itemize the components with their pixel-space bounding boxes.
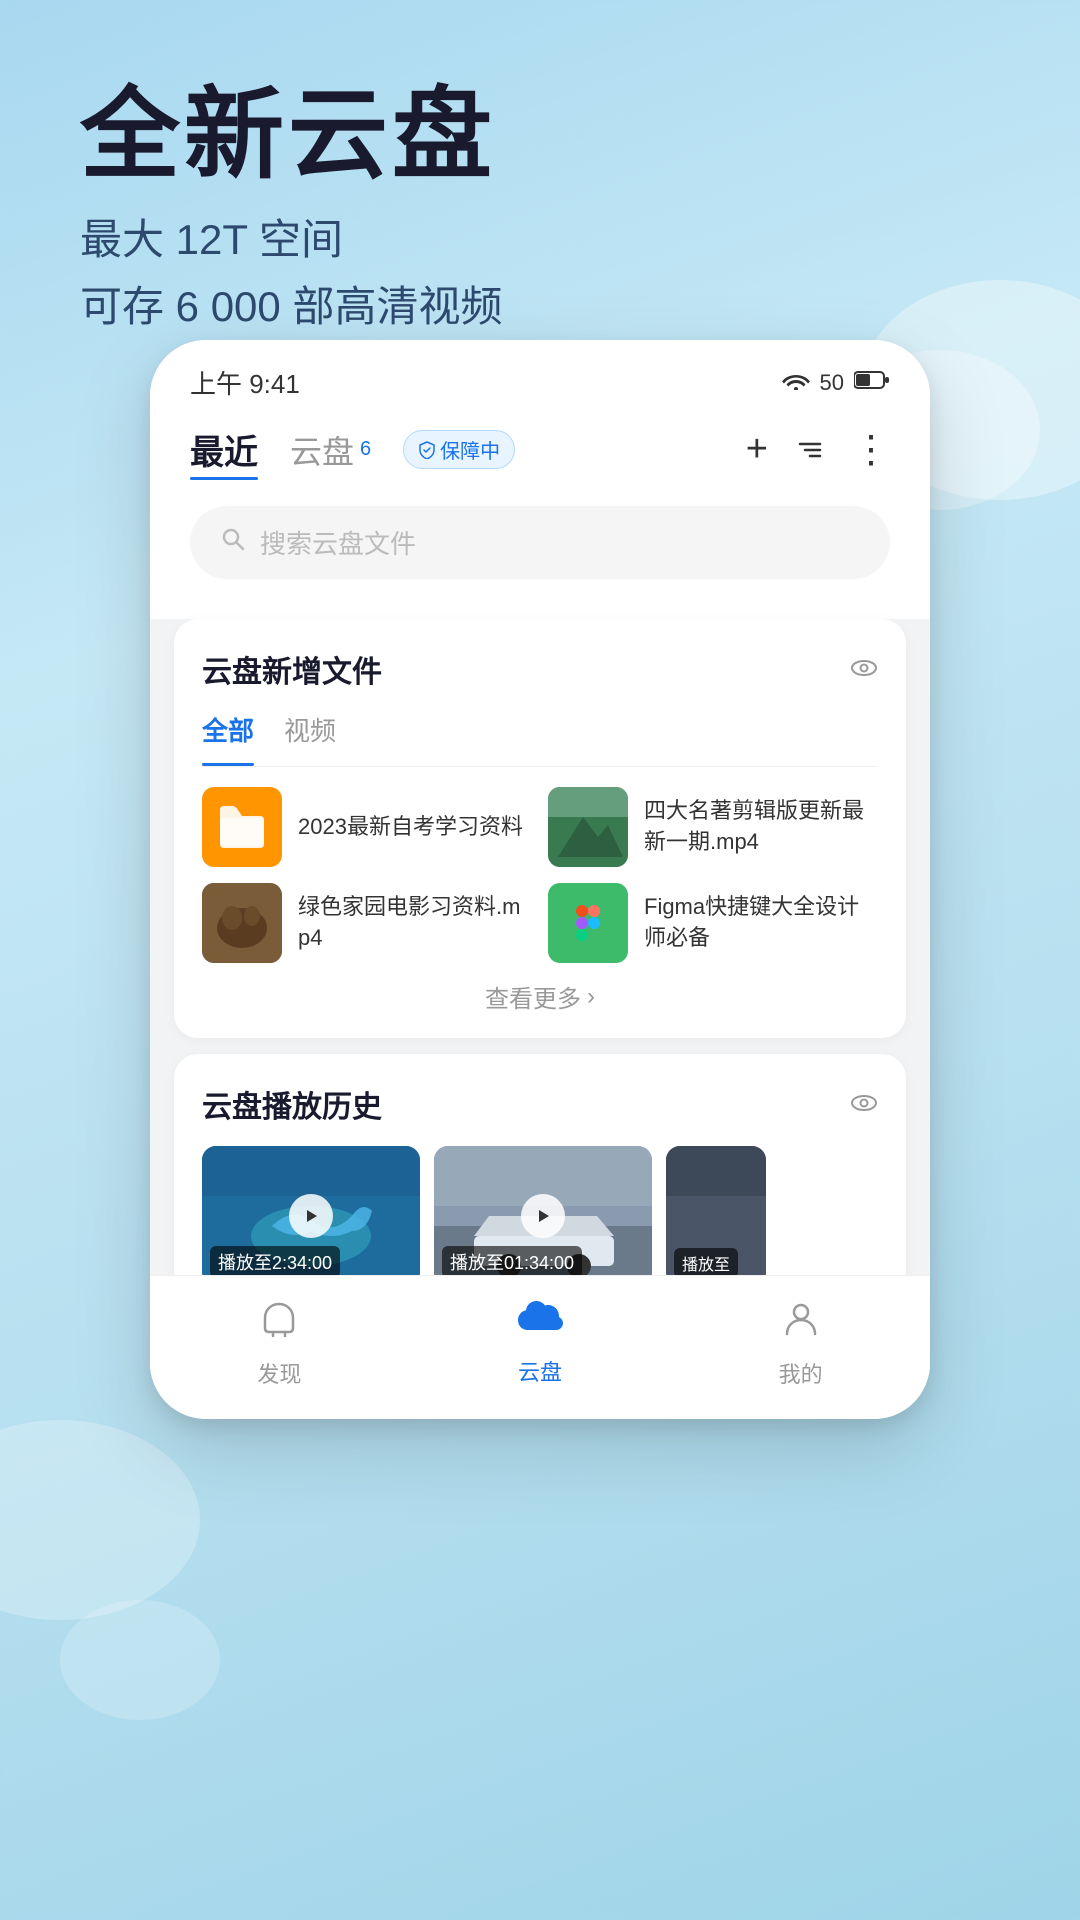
history-title: 云盘播放历史 [202,1082,382,1126]
phone-frame: 上午 9:41 50 [150,340,930,1419]
more-button[interactable]: ⋮ [852,427,890,472]
history-thumb-art: 播放至 [666,1146,766,1286]
battery-icon [854,370,890,396]
bottom-nav-discover[interactable]: 发现 [257,1296,301,1389]
file-thumb-video [548,787,628,867]
progress-label-2: 播放至01:34:00 [442,1246,582,1278]
play-button-2[interactable] [521,1194,565,1238]
search-icon [220,526,246,559]
file-name: 2023最新自考学习资料 [298,812,523,843]
file-grid: 2023最新自考学习资料 [202,787,878,963]
hero-subtitle-line1: 最大 12T 空间 [80,206,1000,273]
file-name: 绿色家园电影习资料.mp4 [298,892,532,954]
nav-actions: + ⋮ [746,427,890,472]
bottom-nav-my[interactable]: 我的 [779,1296,823,1389]
status-time: 上午 9:41 [190,364,300,401]
mountain-icon [548,787,628,867]
file-name: 四大名著剪辑版更新最新一期.mp4 [644,796,878,858]
search-area: 搜索云盘文件 [150,490,930,603]
protect-label: 保障中 [440,435,500,464]
file-thumb-animal [202,883,282,963]
file-thumb-folder [202,787,282,867]
cloud-label: 云盘 [518,1355,562,1387]
cloud-icon [516,1298,564,1349]
new-files-header: 云盘新增文件 [202,647,878,691]
filter-tabs: 全部 视频 [202,711,878,767]
file-item[interactable]: Figma快捷键大全设计师必备 [548,883,878,963]
shield-icon [418,441,436,459]
mountain-thumbnail [548,787,628,867]
my-label: 我的 [779,1357,823,1389]
new-files-title: 云盘新增文件 [202,647,382,691]
file-item[interactable]: 2023最新自考学习资料 [202,787,532,867]
eye-icon-files[interactable] [850,653,878,685]
animal-icon [202,883,282,963]
play-button-1[interactable] [289,1194,333,1238]
sort-button[interactable] [796,436,824,464]
file-item[interactable]: 四大名著剪辑版更新最新一期.mp4 [548,787,878,867]
progress-label-1: 播放至2:34:00 [210,1246,340,1278]
history-thumb-dolphin: 播放至2:34:00 [202,1146,420,1286]
folder-icon [216,806,268,848]
sort-icon [796,436,824,464]
bottom-nav: 发现 云盘 我的 [150,1276,930,1419]
discover-icon [257,1296,301,1351]
search-bar[interactable]: 搜索云盘文件 [190,506,890,579]
file-name: Figma快捷键大全设计师必备 [644,892,878,954]
hero-title: 全新云盘 [80,80,1000,190]
cloud-badge: 6 [360,438,371,461]
progress-label-3: 播放至 [674,1248,738,1278]
tab-recent[interactable]: 最近 [190,425,258,474]
wifi-icon [782,370,810,396]
hero-subtitle-line2: 可存 6 000 部高清视频 [80,273,1000,340]
status-bar: 上午 9:41 50 [150,340,930,409]
add-button[interactable]: + [746,428,768,471]
hero-section: 全新云盘 最大 12T 空间 可存 6 000 部高清视频 [0,0,1080,380]
history-header: 云盘播放历史 [202,1082,878,1126]
file-item[interactable]: 绿色家园电影习资料.mp4 [202,883,532,963]
nav-tabs: 最近 云盘 6 保障中 + [150,409,930,490]
discover-label: 发现 [257,1357,301,1389]
phone-mockup: 上午 9:41 50 [150,340,930,1419]
search-placeholder: 搜索云盘文件 [260,524,416,561]
figma-icon [566,901,610,945]
see-more-files[interactable]: 查看更多 › [202,963,878,1018]
hero-subtitle: 最大 12T 空间 可存 6 000 部高清视频 [80,206,1000,340]
profile-icon [779,1296,823,1351]
eye-icon-history[interactable] [850,1088,878,1120]
battery-text: 50 [820,370,844,396]
bottom-nav-cloud[interactable]: 云盘 [516,1298,564,1387]
protect-badge: 保障中 [403,430,515,469]
filter-tab-video[interactable]: 视频 [284,711,336,756]
new-files-section: 云盘新增文件 全部 视频 [174,619,906,1038]
status-icons: 50 [782,370,890,396]
animal-thumbnail [202,883,282,963]
history-thumb-car: 播放至01:34:00 [434,1146,652,1286]
file-thumb-figma [548,883,628,963]
tab-cloud[interactable]: 云盘 6 [290,427,371,473]
filter-tab-all[interactable]: 全部 [202,711,254,756]
